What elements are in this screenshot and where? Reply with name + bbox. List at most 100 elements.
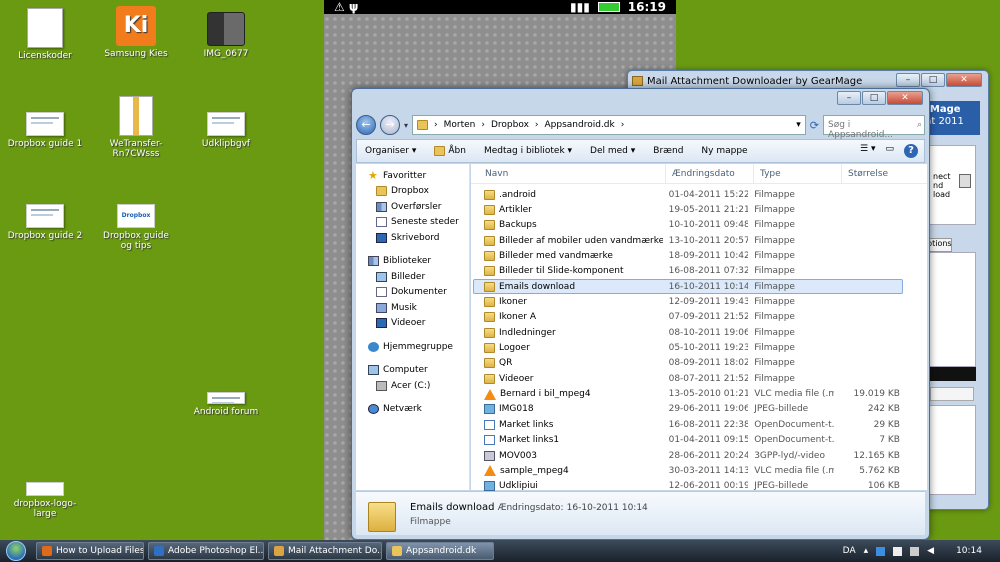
nav-downloads[interactable]: Overførsler [356,199,469,215]
nav-homegroup[interactable]: Hjemmegruppe [356,339,469,355]
desktop-icon-licenskoder[interactable]: Licenskoder [5,8,85,61]
table-row[interactable]: Billeder til Slide-komponent 16-08-2011 0… [473,264,903,279]
burn-button[interactable]: Brænd [653,146,683,156]
language-indicator[interactable]: DA [843,546,856,556]
column-header-name[interactable]: Navn [471,164,665,183]
search-input[interactable]: Søg i Appsandroid... ⌕ [823,115,925,140]
table-row[interactable]: Logoer 05-10-2011 19:23 Filmappe [473,340,903,355]
details-file-type: Filmappe [410,517,451,527]
breadcrumb-item[interactable]: Appsandroid.dk [545,120,615,130]
desktop-icon-udklipbgvf[interactable]: Udklipbgvf [186,112,266,149]
desktop-icon-label: Dropbox guide og tips [103,231,169,251]
address-dropdown-icon[interactable]: ▾ [796,120,805,130]
table-row[interactable]: Market links 16-08-2011 22:38 OpenDocument… [473,417,903,432]
open-button[interactable]: Åbn [434,146,466,156]
folder-icon [376,186,387,197]
taskbar-task-button[interactable]: Adobe Photoshop El... [148,542,264,560]
table-row[interactable]: Market links1 01-04-2011 09:15 OpenDocumen… [473,433,903,448]
nav-documents[interactable]: Dokumenter [356,285,469,301]
minimize-button[interactable]: – [837,91,861,105]
desktop-icon-samsung-kies[interactable]: Ki Samsung Kies [96,6,176,59]
address-bar[interactable]: › Morten › Dropbox › Appsandroid.dk › ▾ [412,115,806,135]
desktop-icon-wetransfer[interactable]: WeTransfer-Rn7CWsss [96,96,176,159]
nav-pictures[interactable]: Billeder [356,269,469,285]
new-folder-button[interactable]: Ny mappe [701,146,747,156]
tray-expand-icon[interactable]: ▴ [864,546,869,556]
breadcrumb-item[interactable]: Dropbox [491,120,529,130]
download-icon[interactable] [959,174,971,188]
minimize-button[interactable]: – [896,73,920,87]
taskbar-task-button[interactable]: Mail Attachment Do... [268,542,382,560]
table-row[interactable]: Indledninger 08-10-2011 19:06 Filmappe [473,325,903,340]
recent-pages-chevron-icon[interactable]: ▾ [404,121,408,130]
table-row[interactable]: Backups 10-10-2011 09:48 Filmappe [473,218,903,233]
share-with-button[interactable]: Del med ▾ [590,146,635,156]
nav-desktop[interactable]: Skrivebord [356,230,469,246]
close-button[interactable]: ✕ [946,73,982,87]
file-list[interactable]: Navn Ændringsdato Type Størrelse .androi… [471,164,927,492]
nav-dropbox[interactable]: Dropbox [356,184,469,200]
nav-videos[interactable]: Videoer [356,316,469,332]
help-icon[interactable]: ? [904,144,918,158]
large-folder-icon [368,502,396,532]
status-strip [928,367,976,381]
taskbar-clock[interactable]: 10:14 [956,546,982,556]
table-row[interactable]: Billeder med vandmærke 18-09-2011 10:42 Fi… [473,248,903,263]
nav-favorites[interactable]: ★ Favoritter [356,168,469,184]
nav-libraries[interactable]: Biblioteker [356,254,469,270]
file-name-cell: Artikler [474,205,663,216]
network-tray-icon[interactable] [893,546,903,556]
nav-drive-c[interactable]: Acer (C:) [356,378,469,394]
column-header-date[interactable]: Ændringsdato [665,164,753,183]
table-row[interactable]: .android 01-04-2011 15:22 Filmappe [473,187,903,202]
nav-music[interactable]: Musik [356,300,469,316]
volume-icon[interactable]: ◀ [927,546,934,556]
signal-tray-icon[interactable] [910,546,920,556]
include-in-library-button[interactable]: Medtag i bibliotek ▾ [484,146,572,156]
table-row[interactable]: Billeder af mobiler uden vandmærke 13-10-… [473,233,903,248]
desktop-icon-label: Dropbox guide 1 [7,139,83,149]
forward-button[interactable]: → [380,115,400,135]
view-options-icon[interactable]: ☰ ▾ [860,144,875,158]
table-row[interactable]: QR 08-09-2011 18:02 Filmappe [473,356,903,371]
table-row[interactable]: Artikler 19-05-2011 21:21 Filmappe [473,202,903,217]
taskbar-task-button[interactable]: How to Upload Files ... [36,542,144,560]
preview-pane-icon[interactable]: ▭ [885,144,894,158]
column-header-size[interactable]: Størrelse [841,164,911,183]
breadcrumb-item[interactable]: Morten [444,120,476,130]
desktop-icon-dropbox-guide-2[interactable]: Dropbox guide 2 [5,204,85,241]
table-row[interactable]: Bernard i bil_mpeg4 13-05-2010 01:21 VLC m… [473,386,903,401]
column-header-type[interactable]: Type [753,164,841,183]
desktop-icon-android-forum[interactable]: Android forum [186,392,266,417]
maximize-button[interactable]: □ [862,91,886,105]
message-list[interactable] [928,252,976,367]
taskbar-task-button[interactable]: Appsandroid.dk [386,542,494,560]
nav-network[interactable]: Netværk [356,402,469,418]
desktop-icon-dropbox-guide-og-tips[interactable]: Dropbox Dropbox guide og tips [96,204,176,251]
desktop-icon-dropbox-logo-large[interactable]: dropbox-logo-large [5,482,85,519]
maximize-button[interactable]: □ [921,73,945,87]
table-row[interactable]: Videoer 08-07-2011 21:52 Filmappe [473,371,903,386]
file-name-cell: Indledninger [474,327,663,338]
vlc-file-icon [484,465,496,477]
table-row[interactable]: IMG018 29-06-2011 19:06 JPEG-billede 242 KB [473,402,903,417]
file-type-cell: VLC media file (.m... [754,465,834,476]
desktop-icon-dropbox-guide-1[interactable]: Dropbox guide 1 [5,112,85,149]
close-button[interactable]: ✕ [887,91,923,105]
nav-computer[interactable]: Computer [356,363,469,379]
folder-icon [484,189,495,200]
back-button[interactable]: ← [356,115,376,135]
organize-button[interactable]: Organiser ▾ [365,146,416,156]
refresh-icon[interactable]: ⟳ [810,119,819,132]
start-button[interactable] [0,540,32,562]
jpg-file-icon [484,481,495,492]
table-row[interactable]: MOV003 28-06-2011 20:24 3GPP-lyd/-video 12.… [473,448,903,463]
dropbox-tray-icon[interactable] [876,546,886,556]
explorer-window[interactable]: – □ ✕ ← → ▾ › Morten › Dropbox › Appsand… [351,88,930,540]
table-row[interactable]: Ikoner 12-09-2011 19:43 Filmappe [473,294,903,309]
table-row[interactable]: Ikoner A 07-09-2011 21:52 Filmappe [473,310,903,325]
nav-recent-places[interactable]: Seneste steder [356,215,469,231]
table-row[interactable]: sample_mpeg4 30-03-2011 14:13 VLC media fi… [473,463,903,478]
table-row[interactable]: Emails download 16-10-2011 10:14 Filmappe [473,279,903,295]
desktop-icon-img-0677[interactable]: IMG_0677 [186,12,266,59]
